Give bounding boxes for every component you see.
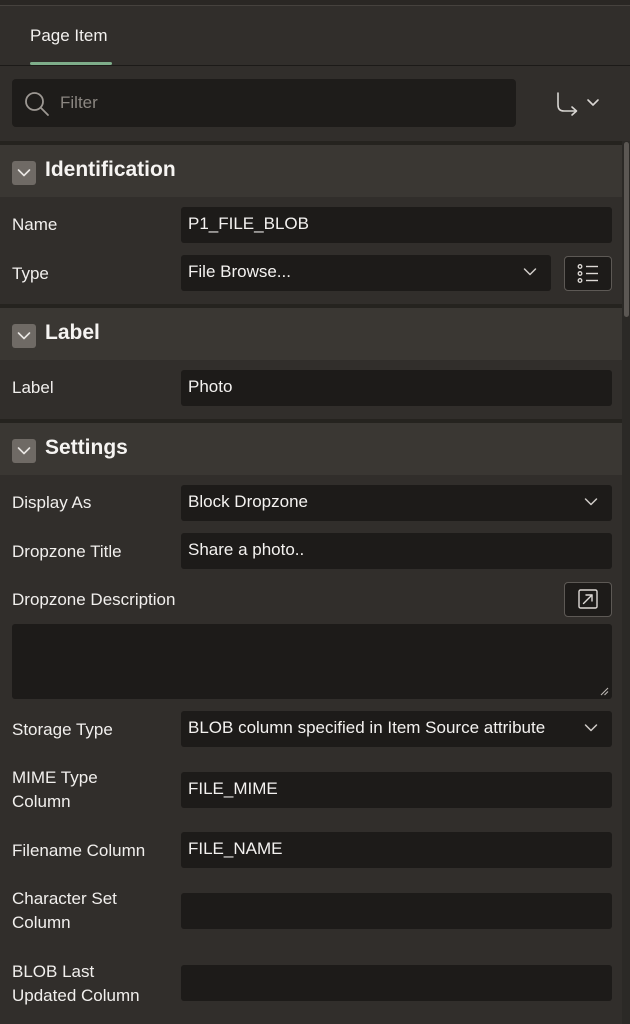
- tab-bar: Page Item: [0, 6, 630, 66]
- section-identification-header[interactable]: Identification: [0, 141, 622, 197]
- mime-type-label-line-2: Column: [12, 792, 71, 811]
- storage-type-value: BLOB column specified in Item Source att…: [188, 718, 546, 737]
- name-label: Name: [12, 215, 58, 234]
- list-of-values-icon: [577, 264, 598, 283]
- blob-last-updated-label: BLOB Last Updated Column: [12, 960, 140, 1008]
- dropzone-title-field[interactable]: Share a photo..: [181, 533, 612, 569]
- label-field[interactable]: Photo: [181, 370, 612, 406]
- resize-handle-icon[interactable]: [599, 686, 609, 696]
- chevron-down-icon: [584, 498, 598, 506]
- name-value: P1_FILE_BLOB: [188, 214, 309, 233]
- storage-type-label: Storage Type: [12, 720, 113, 739]
- filter-input[interactable]: [60, 89, 500, 117]
- go-to-group-icon: [557, 92, 599, 116]
- dropzone-title-label: Dropzone Title: [12, 542, 122, 561]
- chevron-down-icon: [17, 332, 31, 340]
- dropzone-title-value: Share a photo..: [188, 540, 305, 559]
- mime-type-label-line-1: MIME Type: [12, 768, 98, 787]
- filename-column-field[interactable]: FILE_NAME: [181, 832, 612, 868]
- type-select[interactable]: File Browse...: [181, 255, 551, 291]
- tab-page-item[interactable]: Page Item: [30, 26, 108, 46]
- name-field[interactable]: P1_FILE_BLOB: [181, 207, 612, 243]
- type-label: Type: [12, 264, 49, 283]
- label-value: Photo: [188, 377, 233, 396]
- character-set-label: Character Set Column: [12, 887, 117, 935]
- filter-field[interactable]: [12, 79, 516, 127]
- type-value: File Browse...: [188, 262, 291, 281]
- section-title: Settings: [45, 436, 128, 459]
- open-in-editor-icon: [578, 589, 598, 609]
- storage-type-select[interactable]: BLOB column specified in Item Source att…: [181, 711, 612, 747]
- character-set-label-line-1: Character Set: [12, 889, 117, 908]
- filter-toolbar: [0, 67, 630, 141]
- chevron-down-icon: [523, 268, 537, 276]
- active-tab-indicator: [30, 62, 112, 65]
- dropzone-description-expand-button[interactable]: [564, 582, 612, 617]
- mime-type-column-field[interactable]: FILE_MIME: [181, 772, 612, 808]
- filename-value: FILE_NAME: [188, 839, 283, 858]
- chevron-down-icon: [17, 447, 31, 455]
- display-as-select[interactable]: Block Dropzone: [181, 485, 612, 521]
- dropzone-description-label: Dropzone Description: [12, 590, 176, 609]
- section-toggle-button[interactable]: [12, 324, 36, 348]
- mime-type-label: MIME Type Column: [12, 766, 98, 814]
- display-as-label: Display As: [12, 493, 92, 512]
- blob-last-updated-label-line-2: Updated Column: [12, 986, 140, 1005]
- blob-last-updated-column-field[interactable]: [181, 965, 612, 1001]
- display-as-value: Block Dropzone: [188, 492, 309, 511]
- label-label: Label: [12, 378, 54, 397]
- section-title: Identification: [45, 158, 176, 181]
- filename-column-label: Filename Column: [12, 841, 146, 860]
- section-settings-header[interactable]: Settings: [0, 419, 622, 475]
- search-icon: [25, 92, 49, 116]
- type-list-button[interactable]: [564, 256, 612, 291]
- character-set-label-line-2: Column: [12, 913, 71, 932]
- section-title: Label: [45, 321, 100, 344]
- blob-last-updated-label-line-1: BLOB Last: [12, 962, 95, 981]
- chevron-down-icon: [17, 169, 31, 177]
- character-set-column-field[interactable]: [181, 893, 612, 929]
- section-toggle-button[interactable]: [12, 161, 36, 185]
- chevron-down-icon: [584, 724, 598, 732]
- section-label-header[interactable]: Label: [0, 304, 622, 360]
- mime-type-value: FILE_MIME: [188, 779, 278, 798]
- go-to-group-button[interactable]: [550, 85, 612, 121]
- dropzone-description-textarea[interactable]: [12, 624, 612, 699]
- section-toggle-button[interactable]: [12, 439, 36, 463]
- scrollbar-thumb[interactable]: [624, 142, 629, 317]
